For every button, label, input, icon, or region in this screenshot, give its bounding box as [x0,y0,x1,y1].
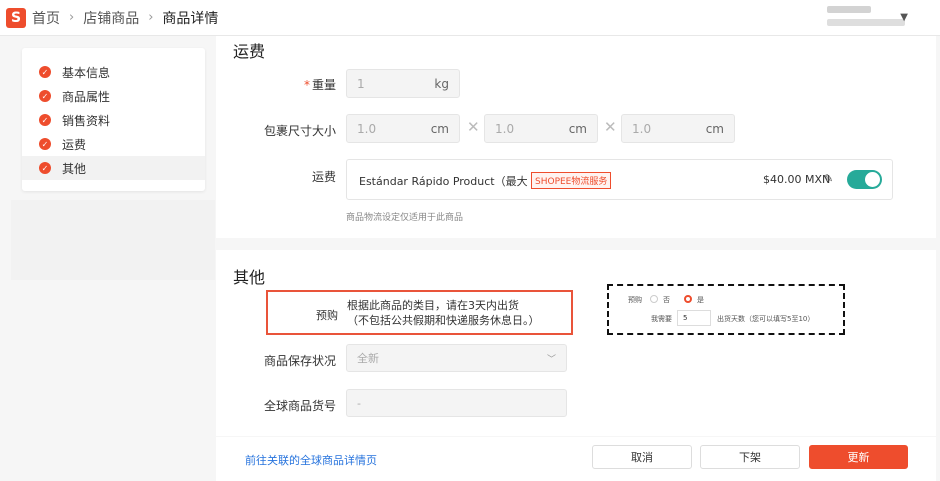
section-title-shipping: 运费 [233,42,266,61]
check-circle-icon: ✓ [39,90,51,102]
times-icon: ✕ [604,118,617,136]
preorder-highlight-box: 预购 根据此商品的类目，请在3天内出货 （不包括公共假期和快递服务休息日。） [266,290,573,335]
nav-item-other[interactable]: ✓ 其他 [22,156,205,180]
shipping-channel-row: Estándar Rápido Product（最大 15kg） SHOPEE物… [346,159,893,200]
shipping-fee-label: 运费 [311,170,336,184]
nav-item-attributes[interactable]: ✓ 商品属性 [22,84,205,108]
global-product-link[interactable]: 前往关联的全球商品详情页 [245,452,377,468]
section-title-other: 其他 [233,268,266,287]
chevron-down-icon[interactable]: ▼ [900,12,908,23]
width-input[interactable]: 1.0 cm [484,114,598,143]
preorder-mini-label: 预购 [628,296,642,304]
breadcrumb-home[interactable]: 首页 [32,8,60,28]
section-nav: ✓ 基本信息 ✓ 商品属性 ✓ 销售资料 ✓ 运费 ✓ 其他 [22,48,205,191]
preorder-yes-radio[interactable] [684,295,692,303]
shopee-logistics-tag: SHOPEE物流服务 [531,172,612,189]
breadcrumb: 首页 › 店铺商品 › 商品详情 [32,8,218,28]
preorder-no-radio[interactable] [650,295,658,303]
nav-item-shipping[interactable]: ✓ 运费 [22,132,205,156]
check-circle-icon: ✓ [39,114,51,126]
footer-bar: 前往关联的全球商品详情页 取消 下架 更新 [216,437,936,481]
other-section: 其他 预购 根据此商品的类目，请在3天内出货 （不包括公共假期和快递服务休息日。… [216,250,936,436]
shipping-hint: 商品物流设定仅适用于此商品 [346,213,464,223]
shipping-section: 运费 * 重量 1 kg 包裹尺寸大小 1.0 cm ✕ 1.0 cm ✕ 1.0… [216,36,936,238]
weight-label: * 重量 [303,78,336,92]
global-sku-label: 全球商品货号 [263,399,336,413]
channel-price: $40.00 MXN [763,173,831,186]
check-circle-icon: ✓ [39,66,51,78]
condition-label: 商品保存状况 [263,354,336,368]
preorder-label: 预购 [316,309,338,322]
times-icon: ✕ [467,118,480,136]
preorder-description: 根据此商品的类目，请在3天内出货 （不包括公共假期和快递服务休息日。） [347,299,540,327]
ship-days-input[interactable]: 5 [677,310,711,326]
condition-select[interactable]: 全新 ﹀ [346,344,567,372]
cancel-button[interactable]: 取消 [592,445,692,469]
preorder-no-label: 否 [663,296,670,304]
check-circle-icon: ✓ [39,162,51,174]
top-bar: S 首页 › 店铺商品 › 商品详情 ▼ [0,0,940,36]
preorder-option-callout: 预购 否 是 我需要 5 出货天数（您可以填写5至10） [607,284,845,335]
chevron-down-icon: ﹀ [546,354,556,365]
channel-toggle[interactable] [847,170,882,189]
ship-days-hint: 出货天数（您可以填写5至10） [717,315,815,323]
check-circle-icon: ✓ [39,138,51,150]
shopee-logo-icon[interactable]: S [6,7,26,28]
package-size-label: 包裹尺寸大小 [263,124,336,138]
weight-input[interactable]: 1 kg [346,69,460,98]
global-sku-input[interactable]: - [346,389,567,417]
length-input[interactable]: 1.0 cm [346,114,460,143]
nav-item-basic-info[interactable]: ✓ 基本信息 [22,60,205,84]
delist-button[interactable]: 下架 [700,445,800,469]
preorder-yes-label: 是 [697,296,704,304]
breadcrumb-current: 商品详情 [162,10,219,27]
sidebar-background [11,200,215,280]
update-button[interactable]: 更新 [809,445,908,469]
breadcrumb-products[interactable]: 店铺商品 [83,8,139,28]
chevron-right-icon: › [148,10,154,25]
edit-pencil-icon[interactable]: ✎ [824,172,833,185]
height-input[interactable]: 1.0 cm [621,114,735,143]
nav-item-sales-info[interactable]: ✓ 销售资料 [22,108,205,132]
need-label: 我需要 [651,315,672,323]
account-info-redacted[interactable] [827,6,912,26]
chevron-right-icon: › [69,10,75,25]
